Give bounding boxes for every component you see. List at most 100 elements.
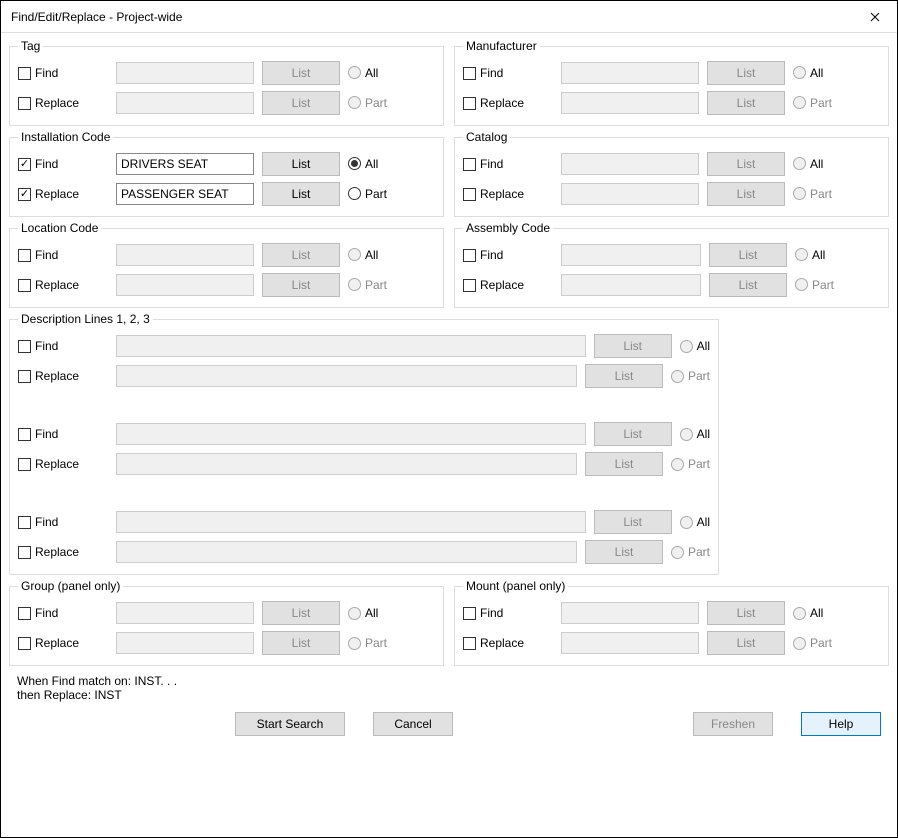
desc2-replace-checkbox[interactable] — [18, 458, 31, 471]
tag-all-radio[interactable] — [348, 66, 361, 79]
tag-find-input[interactable] — [116, 62, 254, 84]
mnt-replace-checkbox[interactable] — [463, 637, 476, 650]
asm-find-checkbox[interactable] — [463, 249, 476, 262]
cat-replace-checkbox[interactable] — [463, 188, 476, 201]
close-icon — [870, 12, 880, 22]
desc1-replace-checkbox[interactable] — [18, 370, 31, 383]
desc2-find-checkbox[interactable] — [18, 428, 31, 441]
desc1-all-radio[interactable] — [680, 340, 693, 353]
desc2-part-radio[interactable] — [671, 458, 684, 471]
asm-replace-list-button[interactable]: List — [709, 273, 787, 297]
mfr-all-radio[interactable] — [793, 66, 806, 79]
cat-replace-list-button[interactable]: List — [707, 182, 785, 206]
tag-find-label: Find — [35, 66, 58, 80]
desc3-find-checkbox[interactable] — [18, 516, 31, 529]
inst-part-radio[interactable] — [348, 187, 361, 200]
asm-part-radio[interactable] — [795, 278, 808, 291]
desc2-find-list-button[interactable]: List — [594, 422, 672, 446]
tag-find-list-button[interactable]: List — [262, 61, 340, 85]
loc-part-radio[interactable] — [348, 278, 361, 291]
inst-replace-list-button[interactable]: List — [262, 182, 340, 206]
mfr-part-radio[interactable] — [793, 96, 806, 109]
tag-replace-input[interactable] — [116, 92, 254, 114]
desc3-find-input[interactable] — [116, 511, 586, 533]
cat-find-input[interactable] — [561, 153, 699, 175]
footer-line1: When Find match on: INST. . . — [17, 674, 881, 688]
footer-line2: then Replace: INST — [17, 688, 881, 702]
cancel-button[interactable]: Cancel — [373, 712, 453, 736]
cat-find-list-button[interactable]: List — [707, 152, 785, 176]
inst-find-checkbox[interactable] — [18, 158, 31, 171]
asm-find-input[interactable] — [561, 244, 701, 266]
desc1-find-input[interactable] — [116, 335, 586, 357]
inst-all-radio[interactable] — [348, 157, 361, 170]
desc3-part-radio[interactable] — [671, 546, 684, 559]
desc2-all-radio[interactable] — [680, 428, 693, 441]
tag-replace-checkbox[interactable] — [18, 97, 31, 110]
start-search-button[interactable]: Start Search — [235, 712, 345, 736]
loc-replace-input[interactable] — [116, 274, 254, 296]
inst-find-input[interactable] — [116, 153, 254, 175]
grp-find-input[interactable] — [116, 602, 254, 624]
desc3-replace-label: Replace — [35, 545, 79, 559]
desc2-replace-input[interactable] — [116, 453, 577, 475]
desc2-find-input[interactable] — [116, 423, 586, 445]
desc3-replace-list-button[interactable]: List — [585, 540, 663, 564]
tag-replace-list-button[interactable]: List — [262, 91, 340, 115]
mnt-find-checkbox[interactable] — [463, 607, 476, 620]
tag-group: Tag Find List All Replace List — [9, 39, 444, 126]
freshen-button[interactable]: Freshen — [693, 712, 773, 736]
mfr-find-checkbox[interactable] — [463, 67, 476, 80]
loc-replace-checkbox[interactable] — [18, 279, 31, 292]
desc1-find-checkbox[interactable] — [18, 340, 31, 353]
mnt-find-list-button[interactable]: List — [707, 601, 785, 625]
grp-replace-list-button[interactable]: List — [262, 631, 340, 655]
loc-replace-list-button[interactable]: List — [262, 273, 340, 297]
mnt-all-radio[interactable] — [793, 607, 806, 620]
cat-replace-input[interactable] — [561, 183, 699, 205]
grp-part-radio[interactable] — [348, 637, 361, 650]
mfr-replace-list-button[interactable]: List — [707, 91, 785, 115]
desc1-find-list-button[interactable]: List — [594, 334, 672, 358]
mfr-replace-input[interactable] — [561, 92, 699, 114]
inst-find-list-button[interactable]: List — [262, 152, 340, 176]
tag-part-radio[interactable] — [348, 96, 361, 109]
desc3-replace-input[interactable] — [116, 541, 577, 563]
mfr-find-list-button[interactable]: List — [707, 61, 785, 85]
asm-find-list-button[interactable]: List — [709, 243, 787, 267]
loc-find-list-button[interactable]: List — [262, 243, 340, 267]
asm-replace-input[interactable] — [561, 274, 701, 296]
asm-find-label: Find — [480, 248, 503, 262]
mfr-find-input[interactable] — [561, 62, 699, 84]
cat-find-checkbox[interactable] — [463, 158, 476, 171]
grp-find-checkbox[interactable] — [18, 607, 31, 620]
close-button[interactable] — [852, 2, 897, 32]
grp-replace-input[interactable] — [116, 632, 254, 654]
mnt-replace-list-button[interactable]: List — [707, 631, 785, 655]
desc1-part-radio[interactable] — [671, 370, 684, 383]
desc3-replace-checkbox[interactable] — [18, 546, 31, 559]
desc3-find-list-button[interactable]: List — [594, 510, 672, 534]
inst-replace-checkbox[interactable] — [18, 188, 31, 201]
grp-all-radio[interactable] — [348, 607, 361, 620]
mnt-replace-input[interactable] — [561, 632, 699, 654]
loc-find-checkbox[interactable] — [18, 249, 31, 262]
desc2-replace-list-button[interactable]: List — [585, 452, 663, 476]
desc1-replace-list-button[interactable]: List — [585, 364, 663, 388]
help-button[interactable]: Help — [801, 712, 881, 736]
loc-all-radio[interactable] — [348, 248, 361, 261]
mnt-find-input[interactable] — [561, 602, 699, 624]
tag-find-checkbox[interactable] — [18, 67, 31, 80]
cat-part-radio[interactable] — [793, 187, 806, 200]
asm-replace-checkbox[interactable] — [463, 279, 476, 292]
grp-replace-checkbox[interactable] — [18, 637, 31, 650]
mfr-replace-checkbox[interactable] — [463, 97, 476, 110]
loc-find-input[interactable] — [116, 244, 254, 266]
desc3-all-radio[interactable] — [680, 516, 693, 529]
mnt-part-radio[interactable] — [793, 637, 806, 650]
grp-find-list-button[interactable]: List — [262, 601, 340, 625]
inst-replace-input[interactable] — [116, 183, 254, 205]
asm-all-radio[interactable] — [795, 248, 808, 261]
cat-all-radio[interactable] — [793, 157, 806, 170]
desc1-replace-input[interactable] — [116, 365, 577, 387]
